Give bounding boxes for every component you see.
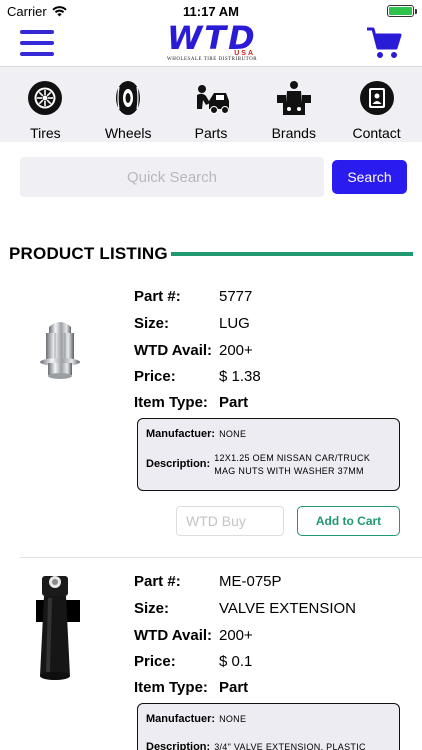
avail-label: WTD Avail: <box>134 627 213 644</box>
item-type-row: Item Type: Part <box>134 679 248 696</box>
item-type-value: Part <box>219 394 249 411</box>
add-to-cart-button[interactable]: Add to Cart <box>297 506 400 536</box>
contact-icon <box>359 81 394 115</box>
product-details-box: Manufactuer: NONE Description: 12X1.25 O… <box>137 418 400 491</box>
part-number-value: ME-075P <box>219 573 282 590</box>
item-type-value: Part <box>219 679 249 696</box>
price-label: Price: <box>134 653 176 670</box>
avail-label: WTD Avail: <box>134 342 213 359</box>
size-row: Size: VALVE EXTENSION <box>134 600 356 617</box>
logo-tagline: WHOLESALE TIRE DISTRIBUTOR <box>167 57 258 62</box>
description-label: Description: <box>146 741 211 750</box>
manufacturer-value: NONE <box>219 714 247 724</box>
item-type-label: Item Type: <box>134 394 208 411</box>
category-nav: Tires Wheels Parts Brands Contact <box>0 66 422 142</box>
mechanic-icon <box>196 85 229 114</box>
description-row: Description: 12X1.25 OEM NISSAN CAR/TRUC… <box>146 452 390 478</box>
price-label: Price: <box>134 368 176 385</box>
logo-usa: USA <box>234 50 255 57</box>
app-header: WTD USA WHOLESALE TIRE DISTRIBUTOR <box>0 22 422 66</box>
nav-label-parts: Parts <box>194 125 228 141</box>
item-type-label: Item Type: <box>134 679 208 696</box>
size-row: Size: LUG <box>134 315 250 332</box>
avail-value: 200+ <box>219 627 253 644</box>
part-number-row: Part #: 5777 <box>134 288 252 305</box>
nav-item-tires[interactable]: Tires <box>5 67 85 142</box>
quick-search-input[interactable] <box>20 157 324 197</box>
clock: 11:17 AM <box>183 4 239 19</box>
size-label: Size: <box>134 600 170 617</box>
wheel-icon <box>116 81 141 115</box>
price-row: Price: $ 0.1 <box>134 653 252 670</box>
nav-label-wheels: Wheels <box>104 125 152 141</box>
item-type-row: Item Type: Part <box>134 394 248 411</box>
product-details-box: Manufactuer: NONE Description: 3/4" VALV… <box>137 703 400 750</box>
nav-item-parts[interactable]: Parts <box>171 67 251 142</box>
nav-item-brands[interactable]: Brands <box>254 67 334 142</box>
section-title: PRODUCT LISTING <box>9 244 168 263</box>
search-row: Search <box>20 157 407 197</box>
manufacturer-value: NONE <box>219 429 247 439</box>
price-row: Price: $ 1.38 <box>134 368 261 385</box>
manufacturer-row: Manufactuer: NONE <box>146 713 246 726</box>
lug-nut-image <box>40 322 80 379</box>
description-label: Description: <box>146 458 211 470</box>
part-number-label: Part #: <box>134 288 181 305</box>
description-row: Description: 3/4" VALVE EXTENSION, PLAST… <box>146 741 390 750</box>
avail-row: WTD Avail: 200+ <box>134 342 253 359</box>
shopping-cart-icon[interactable] <box>366 26 402 60</box>
nav-item-contact[interactable]: Contact <box>337 67 417 142</box>
price-value: $ 0.1 <box>219 653 253 670</box>
size-value: VALVE EXTENSION <box>219 600 356 617</box>
avail-value: 200+ <box>219 342 253 359</box>
search-button[interactable]: Search <box>332 160 407 194</box>
part-number-label: Part #: <box>134 573 181 590</box>
wtd-logo[interactable]: WTD USA WHOLESALE TIRE DISTRIBUTOR <box>167 22 258 64</box>
size-label: Size: <box>134 315 170 332</box>
tire-icon <box>28 81 63 115</box>
part-number-row: Part #: ME-075P <box>134 573 282 590</box>
nav-label-contact: Contact <box>352 125 401 141</box>
avail-row: WTD Avail: 200+ <box>134 627 253 644</box>
manufacturer-label: Manufactuer: <box>146 428 216 440</box>
product-divider <box>20 557 422 558</box>
price-value: $ 1.38 <box>219 368 261 385</box>
battery-icon <box>387 5 417 17</box>
part-number-value: 5777 <box>219 288 253 305</box>
wtd-buy-quantity-input[interactable] <box>176 506 284 536</box>
hamburger-menu-icon[interactable] <box>20 28 54 58</box>
description-value: 3/4" VALVE EXTENSION, PLASTIC <box>214 742 366 750</box>
nav-label-brands: Brands <box>271 125 316 141</box>
manufacturer-row: Manufactuer: NONE <box>146 428 246 441</box>
description-value: 12X1.25 OEM NISSAN CAR/TRUCK MAG NUTS WI… <box>214 453 371 476</box>
section-divider-line <box>171 252 413 256</box>
manufacturer-label: Manufactuer: <box>146 713 216 725</box>
size-value: LUG <box>219 315 250 332</box>
brands-icon <box>276 81 311 115</box>
valve-extension-image <box>36 576 80 680</box>
nav-label-tires: Tires <box>30 125 61 141</box>
nav-item-wheels[interactable]: Wheels <box>88 67 168 142</box>
